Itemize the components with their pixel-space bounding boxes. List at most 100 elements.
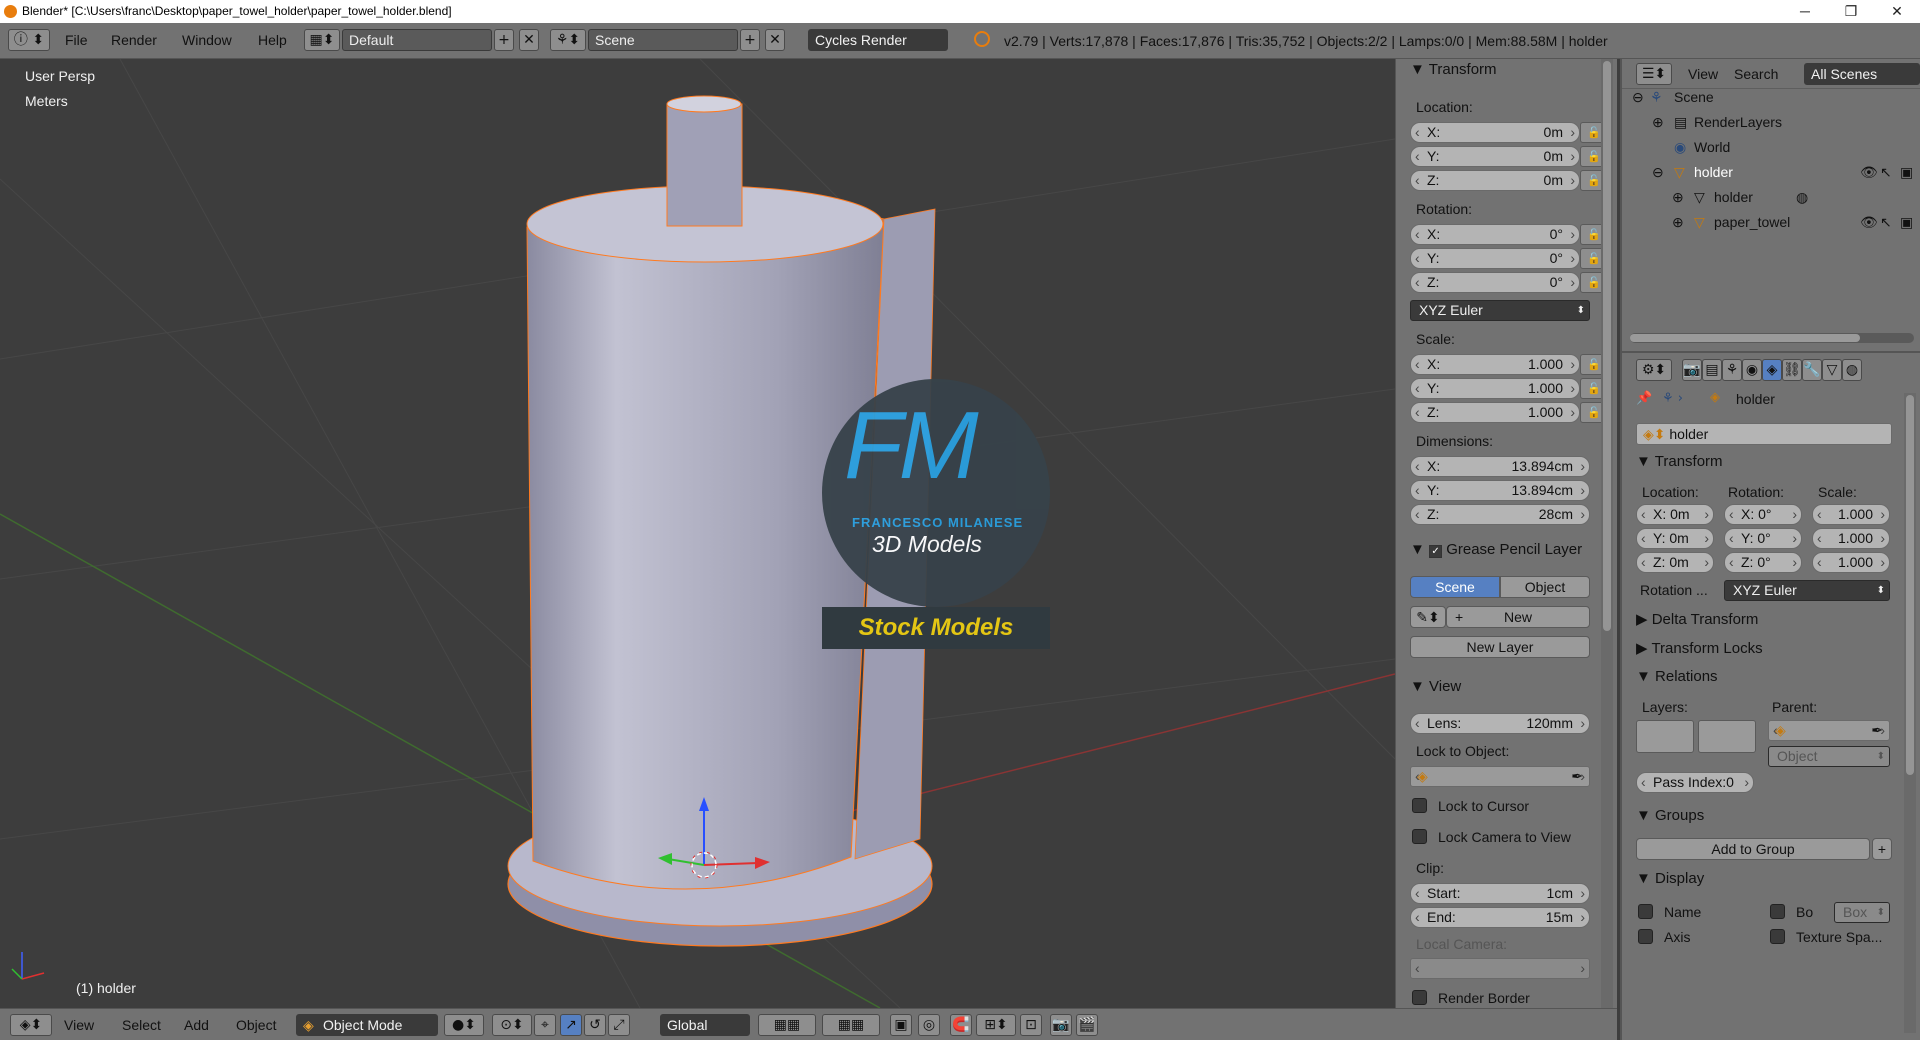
scene-icon[interactable]: ⚘⬍ [550, 29, 586, 51]
props-rotation-mode-select[interactable]: XYZ Euler [1724, 580, 1890, 601]
eyedropper-icon[interactable]: ✒ [1571, 767, 1583, 786]
scene-tab-icon[interactable]: ⚘ [1722, 359, 1742, 381]
pencil-icon[interactable]: ✎⬍ [1410, 606, 1446, 628]
parent-type-select[interactable]: Object [1768, 746, 1890, 767]
add-scene-icon[interactable]: + [740, 29, 760, 51]
modifiers-tab-icon[interactable]: 🔧 [1802, 359, 1822, 381]
menu-file[interactable]: File [65, 32, 88, 48]
object-name-field[interactable]: ◈⬍ holder [1636, 423, 1892, 445]
outliner-item-holder-mesh[interactable]: ⊕ ▽ holder ◍ [1622, 189, 1920, 214]
transform-locks-header[interactable]: ▶ Transform Locks [1636, 639, 1763, 661]
location-y-field[interactable]: Y:0m [1410, 146, 1580, 167]
display-axis-checkbox[interactable] [1638, 929, 1653, 944]
props-transform-header[interactable]: ▼ Transform [1636, 453, 1723, 475]
pivot-select-icon[interactable]: ⊙⬍ [492, 1014, 532, 1036]
rotation-z-field[interactable]: Z:0° [1410, 272, 1580, 293]
props-scrollbar[interactable] [1904, 393, 1916, 1033]
add-to-group-button[interactable]: Add to Group [1636, 838, 1870, 860]
transform-panel-header[interactable]: ▼ Transform [1410, 61, 1497, 83]
props-scale-y[interactable]: 1.000 [1812, 528, 1890, 549]
view3d-select-menu[interactable]: Select [122, 1017, 161, 1033]
lock-cursor-checkbox[interactable] [1412, 798, 1427, 813]
shelf-scrollbar[interactable] [1601, 59, 1613, 1008]
groups-header[interactable]: ▼ Groups [1636, 807, 1704, 829]
scale-z-field[interactable]: Z:1.000 [1410, 402, 1580, 423]
lock-camera-checkbox[interactable] [1412, 829, 1427, 844]
outliner-item-renderlayers[interactable]: ⊕ ▤ RenderLayers [1622, 114, 1920, 139]
grease-object-toggle[interactable]: Object [1500, 576, 1590, 598]
scale-x-field[interactable]: X:1.000 [1410, 354, 1580, 375]
scale-y-field[interactable]: Y:1.000 [1410, 378, 1580, 399]
clip-end-field[interactable]: End:15m [1410, 907, 1590, 928]
snap-toggle-icon[interactable]: 🧲 [950, 1014, 972, 1036]
shading-select-icon[interactable]: ●⬍ [444, 1014, 484, 1036]
render-animation-icon[interactable]: 🎬 [1076, 1014, 1098, 1036]
mesh-data-tab-icon[interactable]: ▽ [1822, 359, 1842, 381]
orientation-select[interactable]: Global [660, 1014, 750, 1036]
renderlayers-tab-icon[interactable]: ▤ [1702, 359, 1722, 381]
add-layout-icon[interactable]: + [494, 29, 514, 51]
screen-layout-icon[interactable]: ▦⬍ [304, 29, 340, 51]
outliner-item-paper-towel[interactable]: ⊕ ▽ paper_towel 👁 ↖ ▣ [1622, 214, 1920, 239]
add-group-icon[interactable]: + [1872, 838, 1892, 860]
relations-header[interactable]: ▼ Relations [1636, 668, 1718, 690]
view3d-add-menu[interactable]: Add [184, 1017, 209, 1033]
remove-layout-icon[interactable]: ✕ [519, 29, 539, 51]
outliner-search-menu[interactable]: Search [1734, 66, 1778, 82]
layers-grid-left[interactable] [1636, 720, 1694, 753]
manipulator-toggle-icon[interactable]: ⌖ [534, 1014, 556, 1036]
3d-viewport[interactable]: User Persp Meters (1) holder FM FRANCESC… [0, 59, 1395, 1008]
clip-start-field[interactable]: Start:1cm [1410, 883, 1590, 904]
outliner-hscrollbar[interactable] [1630, 333, 1914, 343]
display-texture-space-checkbox[interactable] [1770, 929, 1785, 944]
scale-gizmo-icon[interactable]: ⤢ [608, 1014, 630, 1036]
props-loc-z[interactable]: Z: 0m [1636, 552, 1714, 573]
render-border-checkbox[interactable] [1412, 990, 1427, 1005]
editor-type-icon[interactable]: ⓘ ⬍ [8, 29, 50, 51]
properties-editor-icon[interactable]: ⚙⬍ [1636, 359, 1672, 381]
dimension-x-field[interactable]: X:13.894cm [1410, 456, 1590, 477]
pin-icon[interactable]: 📌 [1636, 391, 1652, 406]
world-tab-icon[interactable]: ◉ [1742, 359, 1762, 381]
remove-scene-icon[interactable]: ✕ [765, 29, 785, 51]
lock-object-field[interactable]: ◈✒ [1410, 766, 1590, 787]
view3d-object-menu[interactable]: Object [236, 1017, 276, 1033]
3d-editor-type-icon[interactable]: ◈⬍ [10, 1014, 52, 1036]
dimension-y-field[interactable]: Y:13.894cm [1410, 480, 1590, 501]
layer-buttons-right[interactable]: ▦▦ [822, 1014, 880, 1036]
close-button[interactable]: ✕ [1874, 0, 1920, 23]
location-z-field[interactable]: Z:0m [1410, 170, 1580, 191]
outliner-editor-icon[interactable]: ☰⬍ [1636, 63, 1672, 85]
layout-field[interactable]: Default [342, 29, 492, 51]
props-loc-x[interactable]: X: 0m [1636, 504, 1714, 525]
proportional-edit-icon[interactable]: ◎ [918, 1014, 940, 1036]
view-panel-header[interactable]: ▼ View [1410, 678, 1461, 700]
outliner-item-scene[interactable]: ⊖ ⚘ Scene [1622, 89, 1920, 114]
layer-buttons-left[interactable]: ▦▦ [758, 1014, 816, 1036]
props-scale-z[interactable]: 1.000 [1812, 552, 1890, 573]
minimize-button[interactable]: ─ [1782, 0, 1828, 23]
menu-help[interactable]: Help [258, 32, 287, 48]
constraints-tab-icon[interactable]: ⛓ [1782, 359, 1802, 381]
grease-pencil-checkbox[interactable]: ✓ [1429, 545, 1443, 558]
display-name-checkbox[interactable] [1638, 904, 1653, 919]
menu-render[interactable]: Render [111, 32, 157, 48]
outliner-view-menu[interactable]: View [1688, 66, 1718, 82]
material-tab-icon[interactable]: ◍ [1842, 359, 1862, 381]
grease-scene-toggle[interactable]: Scene [1410, 576, 1500, 598]
object-tab-icon[interactable]: ◈ [1762, 359, 1782, 381]
outliner-filter-select[interactable]: All Scenes [1804, 63, 1920, 85]
pass-index-field[interactable]: Pass Index:0 [1636, 772, 1754, 793]
local-camera-field[interactable] [1410, 958, 1590, 979]
snap-element-icon[interactable]: ⊞⬍ [976, 1014, 1016, 1036]
rotation-y-field[interactable]: Y:0° [1410, 248, 1580, 269]
grease-new-button[interactable]: + New [1446, 606, 1590, 628]
scene-field[interactable]: Scene [588, 29, 738, 51]
view3d-view-menu[interactable]: View [64, 1017, 94, 1033]
outliner-item-holder[interactable]: ⊖ ▽ holder 👁 ↖ ▣ [1622, 164, 1920, 189]
rotation-mode-select[interactable]: XYZ Euler [1410, 300, 1590, 321]
dimension-z-field[interactable]: Z:28cm [1410, 504, 1590, 525]
parent-field[interactable]: ◈✒ [1768, 720, 1890, 741]
new-layer-button[interactable]: New Layer [1410, 636, 1590, 658]
render-tab-icon[interactable]: 📷 [1682, 359, 1702, 381]
